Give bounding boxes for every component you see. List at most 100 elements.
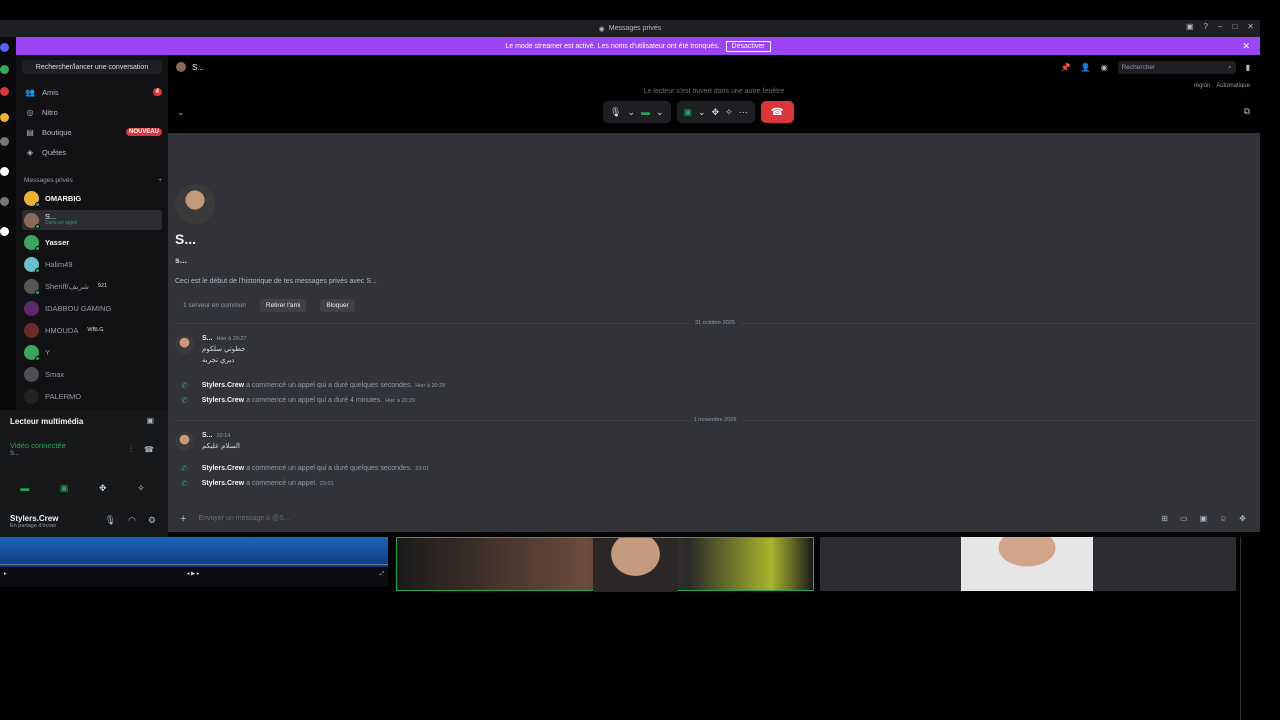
microphone-icon[interactable]: 🎙 [105,515,116,526]
chevron-down-icon[interactable]: ⌄ [627,107,635,118]
nav-nitro[interactable]: ◎ Nitro [22,103,162,121]
dm-item[interactable]: HMOUDA WBLG [22,320,162,340]
message-author[interactable]: S... [202,335,213,342]
call-author[interactable]: Stylers.Crew [202,480,244,487]
video-progress-bar[interactable] [0,564,388,565]
media-settings-icon[interactable]: ▣ [146,416,154,425]
activities-icon[interactable]: ✥ [712,107,720,118]
dm-item[interactable]: Yasser [22,232,162,252]
server-icon[interactable] [0,65,9,74]
server-icon[interactable] [0,43,9,52]
gif-icon[interactable]: ▭ [1180,514,1188,523]
server-icon[interactable] [0,167,9,176]
nav-friends[interactable]: 👥 Amis 4 [22,83,162,101]
chevron-down-icon[interactable]: ⌄ [656,107,664,118]
divider-line [1240,537,1241,720]
dm-item[interactable]: Halim49 [22,254,162,274]
server-icon[interactable] [0,87,9,96]
more-icon[interactable]: ⋯ [739,107,748,118]
nav-shop[interactable]: ▤ Boutique NOUVEAU [22,123,162,141]
find-conversation-button[interactable]: Rechercher/lancer une conversation [22,60,162,74]
search-input[interactable]: Rechercher ⌕ [1117,61,1236,74]
dm-name: PALERMO [45,391,82,401]
dm-item[interactable]: OMARBIG [22,188,162,208]
soundboard-icon[interactable]: ✧ [725,107,733,118]
fullscreen-icon[interactable]: ⤢ [380,571,384,578]
stream-video-tile[interactable]: ▸ ◂ ▶ ▸ ⤢ [0,537,388,587]
webcam-video-tile[interactable] [396,537,814,592]
call-author[interactable]: Stylers.Crew [202,397,244,404]
dm-item[interactable]: IDABBOU GAMING [22,298,162,318]
username[interactable]: Stylers.Crew [10,514,58,523]
message-author[interactable]: S... [202,432,213,439]
participant-video-tile[interactable] [820,537,1236,591]
nav-quests[interactable]: ◈ Quêtes [22,143,162,161]
avatar[interactable] [175,335,194,354]
message-composer[interactable]: + Envoyer un message à @S... ⊞ ▭ ▣ ☺ ✥ [168,505,1260,532]
emoji-icon[interactable]: ☺ [1219,514,1227,523]
mic-control[interactable]: 🎙 ⌄ ▬ ⌄ [603,101,671,123]
block-button[interactable]: Bloquer [320,299,355,312]
message[interactable]: S... Hier à 20:27 خطوتي سلكوم ديري تجربة [175,335,246,364]
profile-avatar[interactable] [175,184,215,224]
streamer-mode-banner: Le mode streamer est activé. Les noms d'… [16,37,1260,55]
minimize-button[interactable]: – [1218,22,1222,31]
profile-icon[interactable]: ◉ [1101,63,1108,72]
avatar[interactable] [175,432,194,451]
microphone-icon: 🎙 [610,106,622,117]
dm-item[interactable]: PALERMO [22,386,162,406]
dm-item[interactable]: Sheriff/شريف 921 [22,276,162,296]
region-selector[interactable]: région Automatique [1194,83,1250,89]
call-author[interactable]: Stylers.Crew [202,465,244,472]
add-dm-icon[interactable]: + [158,177,162,184]
playback-icon[interactable]: ▸ [4,571,7,578]
hang-up-button[interactable]: ☎ [760,101,794,123]
call-time: 23:01 [415,466,430,472]
dm-item[interactable]: Y [22,342,162,362]
gear-icon[interactable]: ⚙ [148,515,156,526]
server-icon[interactable] [0,227,9,236]
headset-icon[interactable]: ◠ [128,515,136,526]
dm-item[interactable]: Smax [22,364,162,384]
camera-icon[interactable]: ▬ [641,107,650,117]
message[interactable]: S... 20:14 السلام عليكم [175,432,240,451]
remove-friend-button[interactable]: Retirer l'ami [259,299,307,312]
disconnect-icon[interactable]: ☎ [144,445,154,454]
dm-tag: 921 [97,283,108,289]
message-text: السلام عليكم [202,443,240,450]
inbox-icon[interactable]: ▮ [1246,63,1250,72]
chevron-down-icon[interactable]: ⌄ [698,107,706,118]
dm-item[interactable]: S... Dans un appel [22,210,162,230]
attach-plus-icon[interactable]: + [180,513,186,525]
server-icon[interactable] [0,197,9,206]
popout-icon[interactable]: ⧉ [1244,106,1250,117]
mutual-servers[interactable]: 1 serveur en commun [183,302,246,309]
soundboard-icon[interactable]: ✧ [137,483,145,494]
maximize-button[interactable]: □ [1232,22,1237,31]
call-author[interactable]: Stylers.Crew [202,382,244,389]
server-icon[interactable] [0,137,9,146]
message-text: خطوتي سلكوم [202,346,246,353]
apps-icon[interactable]: ✥ [1239,514,1246,523]
call-text: a commencé un appel qui a duré 4 minutes… [246,397,383,404]
share-control[interactable]: ▣ ⌄ ✥ ✧ ⋯ [676,101,755,123]
close-window-button[interactable]: ✕ [1247,22,1254,31]
activities-icon[interactable]: ✥ [99,483,107,494]
call-user: S... [176,62,204,72]
dm-tag: WBLG [87,327,104,333]
camera-icon[interactable]: ▬ [20,483,29,494]
pin-icon[interactable]: 📌 [1061,63,1071,72]
inbox-icon[interactable]: ▣ [1186,22,1194,31]
gift-icon[interactable]: ⊞ [1161,514,1168,523]
play-controls-icon[interactable]: ◂ ▶ ▸ [187,571,200,578]
noise-suppression-icon[interactable]: ⫶ [130,445,132,455]
server-icon[interactable] [0,113,9,122]
disable-streamer-button[interactable]: Désactiver [725,40,771,52]
add-friend-icon[interactable]: 👤 [1081,63,1091,72]
sticker-icon[interactable]: ▣ [1200,514,1208,523]
chevron-down-icon[interactable]: ⌄ [177,107,185,118]
dm-name: HMOUDA [45,325,79,335]
screen-share-icon[interactable]: ▣ [60,483,69,494]
help-icon[interactable]: ? [1204,22,1208,31]
close-icon[interactable]: ✕ [1242,41,1250,52]
